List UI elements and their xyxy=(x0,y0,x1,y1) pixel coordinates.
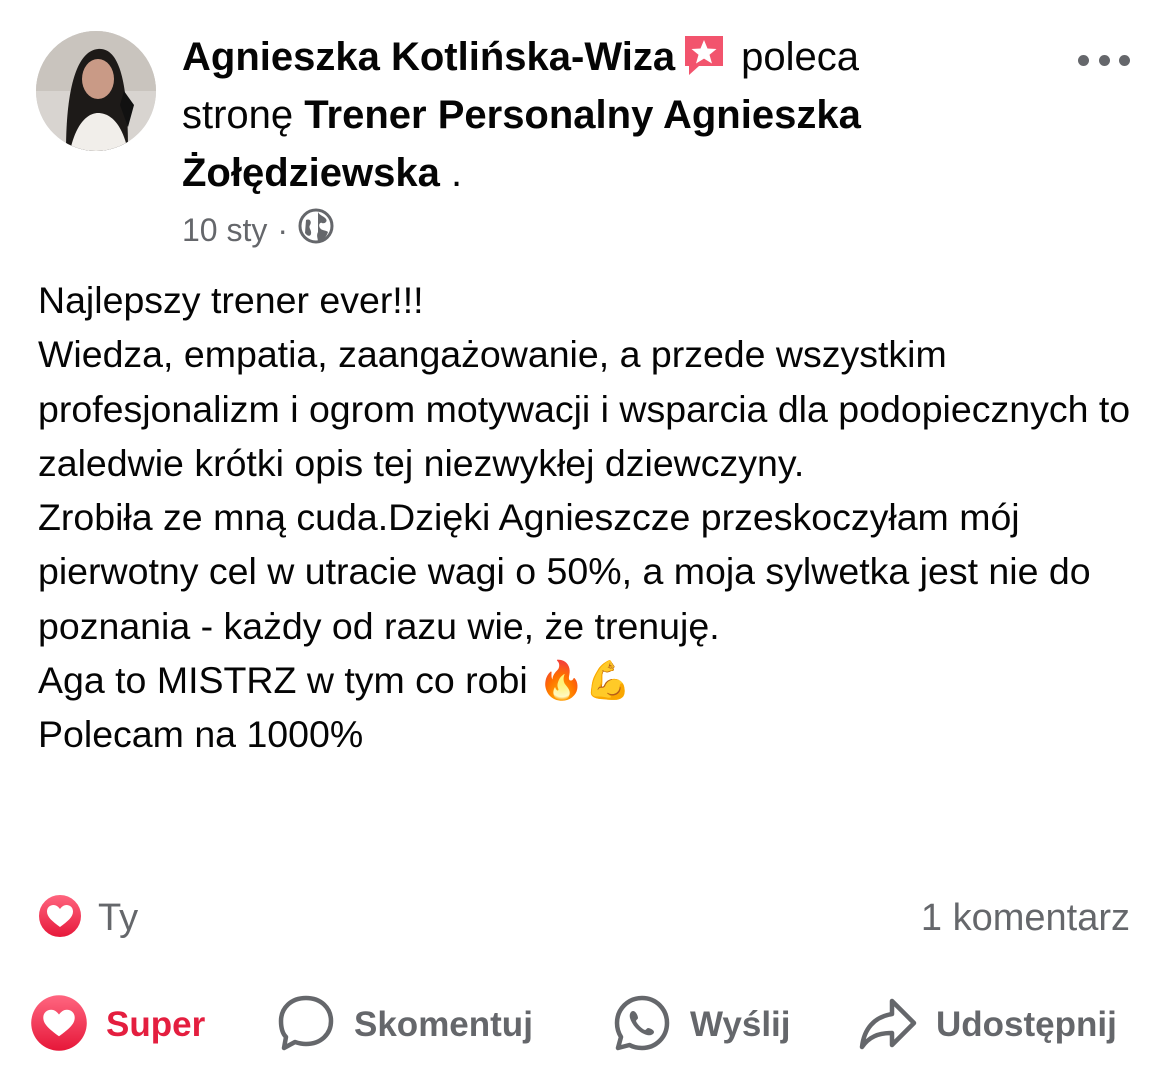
dot xyxy=(1098,54,1110,66)
post-meta: 10 sty · xyxy=(182,206,334,254)
post-text: Najlepszy trener ever!!! Wiedza, empatia… xyxy=(38,279,1131,756)
post-actions-bar: Super Skomentuj Wyślij Udostępnij xyxy=(0,990,1170,1060)
top-fan-star-badge-icon xyxy=(681,32,727,78)
globe-icon[interactable] xyxy=(298,208,334,252)
dot xyxy=(1119,54,1130,66)
post-timestamp[interactable]: 10 sty xyxy=(182,212,267,249)
meta-separator: · xyxy=(277,211,289,248)
comment-button[interactable]: Skomentuj xyxy=(276,990,533,1060)
comments-count[interactable]: 1 komentarz xyxy=(921,893,1130,943)
avatar-photo xyxy=(36,31,156,151)
more-options-icon[interactable] xyxy=(1078,46,1130,74)
super-label: Super xyxy=(106,1005,206,1044)
post-header: Agnieszka Kotlińska-Wiza poleca stronę Tr… xyxy=(0,0,1170,260)
share-arrow-icon xyxy=(858,993,918,1058)
recommend-verb: poleca xyxy=(741,35,859,79)
avatar[interactable] xyxy=(36,31,156,151)
whatsapp-icon xyxy=(612,993,672,1058)
reaction-names: Ty xyxy=(98,896,139,939)
author-name[interactable]: Agnieszka Kotlińska-Wiza xyxy=(182,35,675,79)
reaction-summary[interactable]: Ty xyxy=(36,892,139,945)
page-suffix: . xyxy=(439,151,463,195)
send-label: Wyślij xyxy=(690,1005,791,1044)
comment-label: Skomentuj xyxy=(354,1005,533,1044)
page-prefix: stronę xyxy=(182,93,294,137)
super-button[interactable]: Super xyxy=(30,990,205,1060)
share-label: Udostępnij xyxy=(936,1005,1117,1044)
share-button[interactable]: Udostępnij xyxy=(858,990,1117,1060)
author-line: Agnieszka Kotlińska-Wiza poleca stronę Tr… xyxy=(182,28,1042,202)
heart-reaction-icon xyxy=(30,994,88,1057)
send-button[interactable]: Wyślij xyxy=(612,990,791,1060)
comment-bubble-icon xyxy=(276,993,336,1058)
heart-reaction-icon xyxy=(36,892,84,945)
dot xyxy=(1078,54,1089,66)
